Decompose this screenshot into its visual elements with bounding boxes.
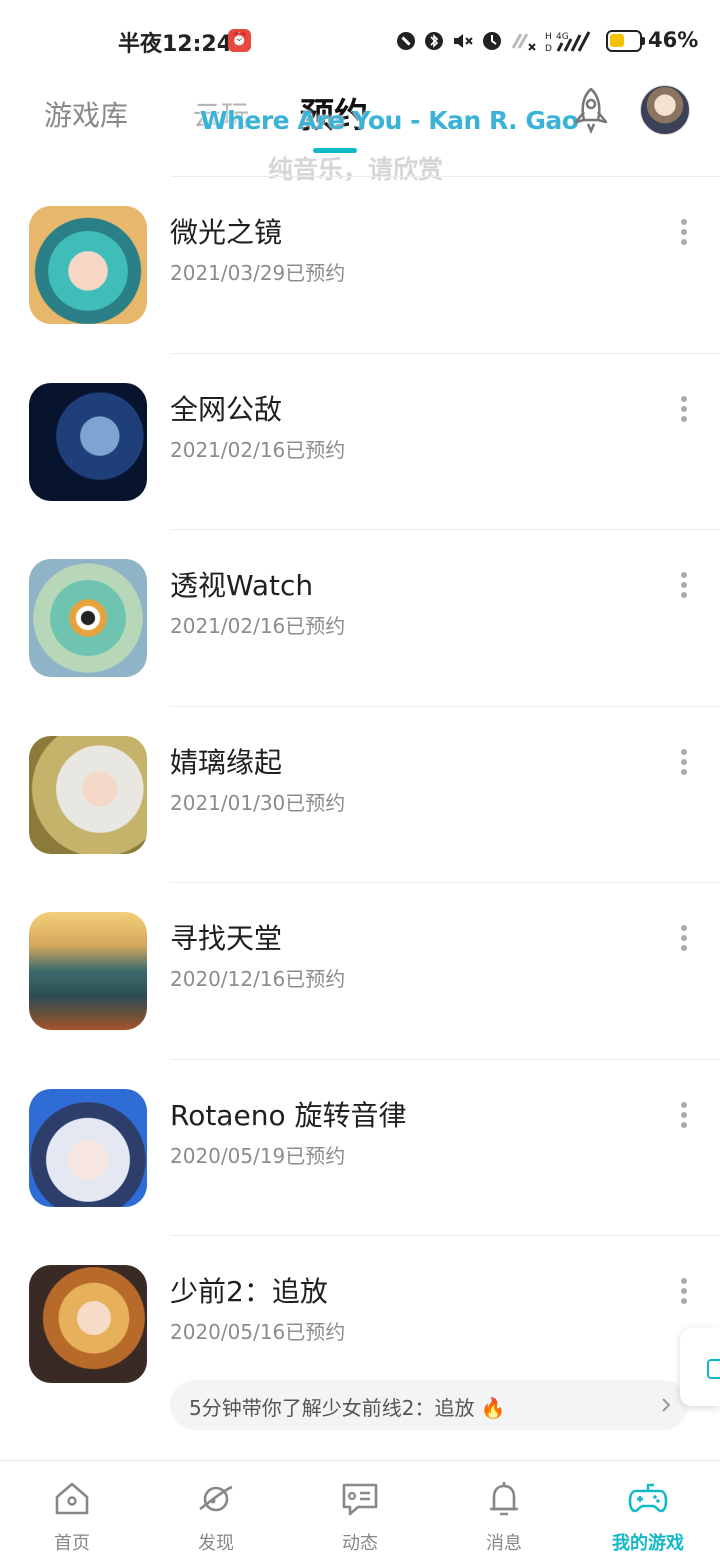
status-time: 半夜12:24 (118, 32, 233, 57)
bell-icon (490, 1482, 518, 1516)
svg-text:H: H (545, 32, 552, 42)
svg-text:D: D (545, 44, 552, 53)
more-options-icon[interactable] (672, 570, 696, 600)
game-icon (29, 912, 147, 1030)
reservation-date: 2020/05/19已预约 (170, 1143, 346, 1168)
list-item[interactable]: 透视Watch 2021/02/16已预约 (0, 530, 720, 707)
game-name: 少前2：追放 (170, 1275, 328, 1308)
more-options-icon[interactable] (672, 747, 696, 777)
reservation-date: 2021/02/16已预约 (170, 614, 346, 638)
bluetooth-icon (425, 32, 443, 50)
clock-icon (483, 32, 501, 50)
game-icon (29, 559, 147, 677)
signal-icon: HD 4G (545, 31, 591, 53)
game-name: 婧璃缘起 (170, 745, 283, 779)
message-square-icon (342, 1483, 378, 1516)
nav-messages[interactable]: 消息 (432, 1461, 576, 1560)
nav-feed[interactable]: 动态 (288, 1461, 432, 1560)
planet-icon (199, 1485, 233, 1512)
reservation-date: 2020/12/16已预约 (170, 967, 346, 991)
header-tabs: 游戏库 云玩 预约 Where Are You - Kan R. Gao 纯音乐… (0, 80, 720, 184)
promo-banner[interactable]: 5分钟带你了解少女前线2：追放 🔥 (170, 1380, 688, 1430)
battery-percent: 46% (648, 28, 699, 52)
more-options-icon[interactable] (672, 1276, 696, 1306)
nav-home[interactable]: 首页 (0, 1461, 144, 1560)
reservation-list: 微光之镜 2021/03/29已预约 全网公敌 2021/02/16已预约 透视… (0, 177, 720, 1517)
game-name: 微光之镜 (170, 216, 283, 249)
reservation-date: 2021/03/29已预约 (170, 261, 346, 285)
status-icons: H D 4G (395, 28, 597, 54)
mute-icon (454, 34, 473, 48)
more-options-icon[interactable] (672, 394, 696, 424)
list-item[interactable]: 婧璃缘起 2021/01/30已预约 (0, 707, 720, 883)
bottom-navigation: 首页 发现 动态 消息 我的游戏 (0, 1460, 720, 1560)
game-icon (29, 206, 147, 324)
game-icon (29, 735, 147, 854)
game-icon (29, 1088, 147, 1207)
game-name: 全网公敌 (170, 392, 283, 426)
music-overlay-title: Where Are You - Kan R. Gao (200, 106, 579, 135)
download-icon (707, 1359, 720, 1379)
user-avatar[interactable] (640, 85, 690, 135)
dnd-icon (397, 32, 415, 50)
home-icon (55, 1482, 89, 1515)
more-options-icon[interactable] (672, 1100, 696, 1130)
floating-download-button[interactable] (680, 1328, 720, 1406)
game-name: 透视Watch (170, 569, 314, 602)
svg-text:4G: 4G (556, 32, 569, 42)
game-icon (29, 382, 147, 501)
list-item[interactable]: 全网公敌 2021/02/16已预约 (0, 354, 720, 530)
reservation-date: 2020/05/16已预约 (170, 1320, 346, 1344)
notification-app-icon: ⏰ (228, 29, 251, 52)
nav-my-games[interactable]: 我的游戏 (576, 1461, 720, 1560)
reservation-date: 2021/02/16已预约 (170, 437, 346, 462)
list-item[interactable]: 微光之镜 2021/03/29已预约 (0, 177, 720, 354)
list-item[interactable]: 寻找天堂 2020/12/16已预约 (0, 883, 720, 1060)
battery-icon (606, 30, 642, 52)
wifi-off-icon (511, 33, 536, 51)
reservation-date: 2021/01/30已预约 (170, 790, 346, 815)
status-bar: 半夜12:24 ⏰ H D 4G 46% (0, 0, 720, 80)
gamepad-icon (628, 1483, 668, 1513)
game-name: 寻找天堂 (170, 922, 283, 955)
nav-discover[interactable]: 发现 (144, 1461, 288, 1560)
chevron-right-icon (662, 1398, 671, 1412)
more-options-icon[interactable] (672, 217, 696, 247)
game-icon (29, 1265, 147, 1383)
list-item[interactable]: Rotaeno 旋转音律 2020/05/19已预约 (0, 1060, 720, 1236)
game-name: Rotaeno 旋转音律 (170, 1098, 407, 1132)
tab-game-library[interactable]: 游戏库 (44, 94, 128, 134)
promo-text: 5分钟带你了解少女前线2：追放 🔥 (189, 1396, 506, 1420)
rocket-icon[interactable] (568, 86, 614, 136)
more-options-icon[interactable] (672, 923, 696, 953)
